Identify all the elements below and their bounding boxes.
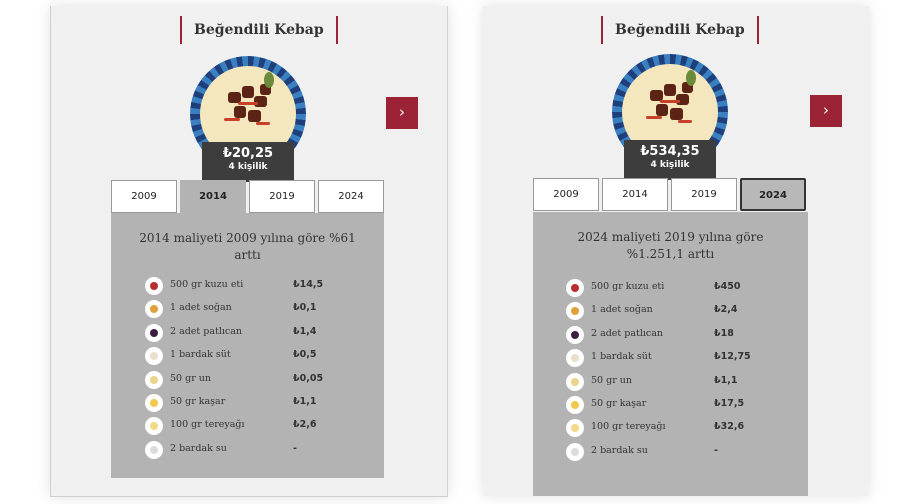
eggplant-icon	[145, 323, 163, 342]
water-icon	[145, 440, 163, 459]
ingredient-cost: ₺1,4	[293, 325, 317, 337]
ingredient-name: 500 gr kuzu eti	[591, 281, 665, 292]
recipe-card-2024: Beğendili Kebap ₺534,35 4 kişilik › 2009…	[483, 6, 869, 496]
year-tabs: 2009 2014 2019 2024	[111, 180, 384, 213]
cheese-icon	[566, 395, 584, 414]
cost-summary: 2014 maliyeti 2009 yılına göre %61 arttı	[139, 231, 356, 262]
ingredient-cost: ₺450	[714, 281, 741, 292]
total-price: ₺20,25	[222, 146, 274, 161]
tab-2009[interactable]: 2009	[111, 180, 177, 213]
ingredient-cost: ₺32,6	[714, 421, 745, 433]
ingredient-row: 1 bardak süt ₺12,75	[566, 348, 786, 371]
ingredient-row: 100 gr tereyağı ₺32,6	[566, 418, 786, 441]
ingredient-name: 2 adet patlıcan	[591, 327, 664, 339]
ingredient-name: 50 gr un	[591, 374, 632, 386]
ingredient-name: 100 gr tereyağı	[591, 421, 666, 433]
ingredient-row: 50 gr un ₺0,05	[145, 370, 365, 393]
servings-label: 4 kişilik	[650, 160, 690, 170]
eggplant-icon	[566, 325, 584, 344]
ingredient-row: 2 bardak su -	[566, 442, 786, 465]
ingredient-cost: ₺18	[714, 327, 734, 339]
ingredient-cost: ₺2,6	[293, 419, 317, 431]
butter-icon	[566, 419, 584, 438]
next-button[interactable]: ›	[810, 95, 842, 127]
recipe-card-2014: Beğendili Kebap ₺20,25 4 kişilik › 2009 …	[50, 6, 448, 497]
cost-content: 2024 maliyeti 2019 yılına göre %1.251,1 …	[533, 212, 808, 496]
ingredient-list: 500 gr kuzu eti ₺14,5 1 adet soğan ₺0,1 2 ad…	[145, 276, 365, 463]
ingredient-row: 1 adet soğan ₺0,1	[145, 299, 365, 322]
milk-icon	[566, 349, 584, 368]
ingredient-cost: ₺0,1	[293, 302, 317, 314]
ingredient-name: 2 adet patlıcan	[170, 325, 243, 337]
butter-icon	[145, 417, 163, 436]
ingredient-row: 1 bardak süt ₺0,5	[145, 346, 365, 369]
ingredient-row: 2 bardak su -	[145, 440, 365, 463]
ingredient-cost: -	[293, 442, 297, 454]
ingredient-row: 1 adet soğan ₺2,4	[566, 301, 786, 324]
water-icon	[566, 442, 584, 461]
ingredient-row: 500 gr kuzu eti ₺450	[566, 278, 786, 301]
total-price: ₺534,35	[640, 144, 700, 159]
dish-title: Beğendili Kebap	[180, 16, 338, 44]
cheese-icon	[145, 393, 163, 412]
tab-2014[interactable]: 2014	[180, 180, 246, 213]
price-tag: ₺534,35 4 kişilik	[624, 140, 716, 180]
servings-label: 4 kişilik	[228, 162, 268, 172]
ingredient-name: 2 bardak su	[170, 442, 227, 454]
ingredient-cost: ₺14,5	[293, 279, 324, 290]
tab-2009[interactable]: 2009	[533, 178, 599, 211]
ingredient-name: 500 gr kuzu eti	[170, 279, 244, 290]
ingredient-name: 1 bardak süt	[591, 351, 652, 363]
milk-icon	[145, 347, 163, 366]
ingredient-cost: ₺2,4	[714, 304, 738, 316]
next-button[interactable]: ›	[386, 97, 418, 129]
flour-icon	[145, 370, 163, 389]
ingredient-row: 50 gr kaşar ₺17,5	[566, 395, 786, 418]
year-tabs: 2009 2014 2019 2024	[533, 178, 806, 211]
ingredient-cost: ₺0,05	[293, 372, 324, 384]
ingredient-row: 2 adet patlıcan ₺1,4	[145, 323, 365, 346]
cost-summary: 2024 maliyeti 2019 yılına göre %1.251,1 …	[577, 230, 764, 261]
ingredient-row: 2 adet patlıcan ₺18	[566, 325, 786, 348]
chevron-right-icon: ›	[399, 103, 405, 121]
ingredient-name: 1 adet soğan	[591, 304, 653, 316]
dish-title: Beğendili Kebap	[601, 16, 759, 44]
flour-icon	[566, 372, 584, 391]
onion-icon	[566, 302, 584, 321]
ingredient-row: 500 gr kuzu eti ₺14,5	[145, 276, 365, 299]
tab-2014[interactable]: 2014	[602, 178, 668, 211]
ingredient-name: 2 bardak su	[591, 444, 648, 456]
onion-icon	[145, 300, 163, 319]
ingredient-list: 500 gr kuzu eti ₺450 1 adet soğan ₺2,4 2 ade…	[566, 278, 786, 465]
ingredient-name: 50 gr kaşar	[591, 397, 647, 409]
tab-2019[interactable]: 2019	[249, 180, 315, 213]
meat-icon	[145, 277, 163, 295]
ingredient-row: 50 gr kaşar ₺1,1	[145, 393, 365, 416]
tab-2024[interactable]: 2024	[318, 180, 384, 213]
ingredient-cost: ₺12,75	[714, 351, 751, 363]
ingredient-row: 100 gr tereyağı ₺2,6	[145, 416, 365, 439]
ingredient-cost: ₺17,5	[714, 397, 745, 409]
meat-icon	[566, 279, 584, 297]
ingredient-name: 50 gr un	[170, 372, 211, 384]
ingredient-name: 1 adet soğan	[170, 302, 232, 314]
ingredient-cost: ₺1,1	[714, 374, 738, 386]
ingredient-cost: ₺0,5	[293, 349, 317, 361]
ingredient-name: 1 bardak süt	[170, 349, 231, 361]
ingredient-row: 50 gr un ₺1,1	[566, 372, 786, 395]
ingredient-name: 50 gr kaşar	[170, 395, 226, 407]
chevron-right-icon: ›	[823, 101, 829, 119]
cost-content: 2014 maliyeti 2009 yılına göre %61 arttı…	[111, 213, 384, 478]
price-tag: ₺20,25 4 kişilik	[202, 142, 294, 182]
ingredient-cost: -	[714, 444, 718, 456]
tab-2024[interactable]: 2024	[740, 178, 806, 211]
ingredient-cost: ₺1,1	[293, 395, 317, 407]
ingredient-name: 100 gr tereyağı	[170, 419, 245, 431]
tab-2019[interactable]: 2019	[671, 178, 737, 211]
